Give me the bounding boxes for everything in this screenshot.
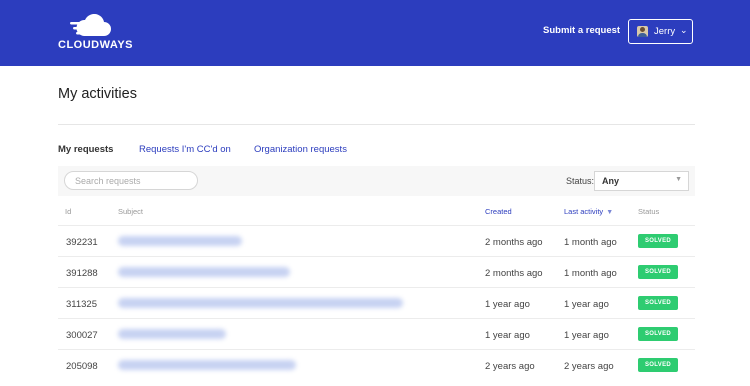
column-header-created[interactable]: Created <box>485 207 512 216</box>
page-title: My activities <box>58 86 137 102</box>
created-date: 2 months ago <box>485 237 543 248</box>
request-id: 205098 <box>66 361 98 372</box>
search-input[interactable] <box>64 171 198 190</box>
request-id: 391288 <box>66 268 98 279</box>
created-date: 1 year ago <box>485 299 530 310</box>
request-subject-link[interactable] <box>118 329 226 339</box>
tab-organization-requests[interactable]: Organization requests <box>254 144 347 155</box>
last-activity-date: 1 month ago <box>564 237 617 248</box>
last-activity-date: 1 year ago <box>564 299 609 310</box>
user-name: Jerry <box>654 26 676 37</box>
created-date: 2 months ago <box>485 268 543 279</box>
column-header-id: Id <box>65 207 72 216</box>
table-row[interactable]: 300027 1 year ago 1 year ago SOLVED <box>58 318 695 349</box>
tab-requests-cc[interactable]: Requests I'm CC'd on <box>139 144 231 155</box>
status-badge: SOLVED <box>638 358 678 372</box>
status-select[interactable]: Any ▼ <box>594 171 689 191</box>
submit-request-link[interactable]: Submit a request <box>543 25 620 36</box>
table-row[interactable]: 391288 2 months ago 1 month ago SOLVED <box>58 256 695 287</box>
last-activity-date: 1 year ago <box>564 330 609 341</box>
request-id: 300027 <box>66 330 98 341</box>
request-subject-link[interactable] <box>118 360 296 370</box>
created-date: 2 years ago <box>485 361 535 372</box>
request-subject-link[interactable] <box>118 236 242 246</box>
last-activity-date: 1 month ago <box>564 268 617 279</box>
cloud-icon <box>70 14 111 36</box>
chevron-down-icon: ▼ <box>675 176 682 183</box>
divider <box>58 124 695 125</box>
chevron-down-icon: ⌄ <box>680 25 688 35</box>
request-subject-link[interactable] <box>118 298 403 308</box>
table-row[interactable]: 311325 1 year ago 1 year ago SOLVED <box>58 287 695 318</box>
status-badge: SOLVED <box>638 296 678 310</box>
logo-text: CLOUDWAYS <box>58 39 133 51</box>
status-filter-label: Status: <box>566 176 595 186</box>
column-header-status: Status <box>638 207 660 216</box>
filter-bar: Status: Any ▼ <box>58 166 695 196</box>
status-select-value: Any <box>602 176 620 186</box>
request-id: 392231 <box>66 237 98 248</box>
status-badge: SOLVED <box>638 234 678 248</box>
column-header-subject: Subject <box>118 207 144 216</box>
request-subject-link[interactable] <box>118 267 290 277</box>
created-date: 1 year ago <box>485 330 530 341</box>
top-navbar: CLOUDWAYS Submit a request Jerry ⌄ <box>0 0 750 66</box>
status-badge: SOLVED <box>638 327 678 341</box>
table-row[interactable]: 392231 2 months ago 1 month ago SOLVED <box>58 225 695 256</box>
sort-descending-icon: ▼ <box>606 209 614 216</box>
cloudways-logo[interactable]: CLOUDWAYS <box>58 14 138 54</box>
tab-my-requests[interactable]: My requests <box>58 144 113 155</box>
table-row[interactable]: 205098 2 years ago 2 years ago SOLVED <box>58 349 695 380</box>
avatar <box>637 26 648 37</box>
request-id: 311325 <box>66 299 97 310</box>
last-activity-date: 2 years ago <box>564 361 614 372</box>
user-menu-button[interactable]: Jerry ⌄ <box>628 19 693 44</box>
status-badge: SOLVED <box>638 265 678 279</box>
column-header-last-activity-label: Last activity <box>564 207 604 216</box>
column-header-last-activity[interactable]: Last activity ▼ <box>564 207 613 216</box>
